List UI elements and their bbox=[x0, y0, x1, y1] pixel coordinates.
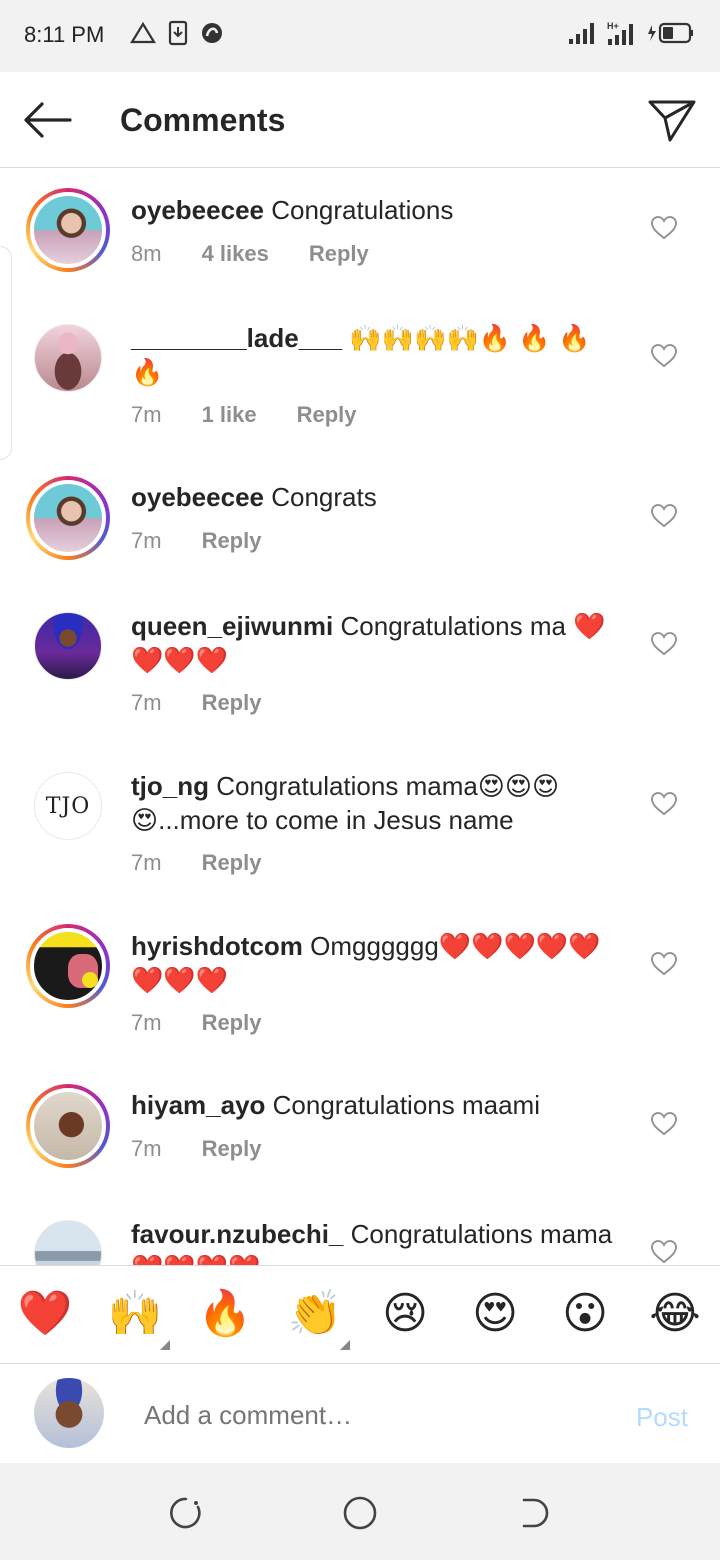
back-icon[interactable] bbox=[514, 1493, 554, 1533]
comment-body: Congratulations bbox=[271, 195, 454, 225]
avatar[interactable] bbox=[26, 924, 110, 1008]
comment-time: 7m bbox=[131, 850, 162, 875]
reply-button[interactable]: Reply bbox=[297, 402, 357, 428]
status-time: 8:11 PM bbox=[24, 22, 105, 47]
skin-tone-indicator bbox=[160, 1340, 170, 1350]
svg-text:H+: H+ bbox=[607, 21, 619, 31]
comment-meta: 8m 4 likes Reply bbox=[131, 241, 369, 267]
tjo-logo: TJO bbox=[45, 793, 91, 819]
comments-list: oyebeecee Congratulations 8m 4 likes Rep… bbox=[0, 169, 720, 1265]
emoji-heart-eyes[interactable]: 😍 bbox=[467, 1288, 523, 1340]
status-icons-right: H+ bbox=[568, 20, 696, 46]
emoji-crying-face[interactable]: 😢 bbox=[377, 1288, 433, 1340]
comment-composer: Post bbox=[0, 1363, 720, 1463]
comment-likes[interactable]: 1 like bbox=[202, 402, 257, 428]
avatar bbox=[34, 1378, 104, 1448]
post-button[interactable]: Post bbox=[636, 1402, 688, 1433]
emoji-quick-bar: ❤️ 🙌 🔥 👏 😢 😍 😮 😂 bbox=[0, 1265, 720, 1363]
comment-body: Congratulations maami bbox=[272, 1090, 540, 1120]
comment-username[interactable]: hyrishdotcom bbox=[131, 931, 303, 961]
comment-username[interactable]: hiyam_ayo bbox=[131, 1090, 265, 1120]
avatar[interactable]: TJO bbox=[26, 764, 110, 848]
avatar[interactable] bbox=[26, 604, 110, 688]
reply-button[interactable]: Reply bbox=[202, 690, 262, 716]
comment-meta: 7m Reply bbox=[131, 1010, 261, 1036]
comment-username[interactable]: tjo_ng bbox=[131, 771, 209, 801]
comment-username[interactable]: oyebeecee bbox=[131, 195, 264, 225]
comment-time: 7m bbox=[131, 402, 162, 427]
comment-text: tjo_ng Congratulations mama😍😍😍😍...more t… bbox=[131, 769, 626, 837]
heart-icon[interactable] bbox=[651, 216, 677, 240]
avatar[interactable] bbox=[26, 1212, 110, 1265]
heart-icon[interactable] bbox=[651, 792, 677, 816]
heart-icon[interactable] bbox=[651, 1240, 677, 1264]
recents-icon[interactable] bbox=[166, 1493, 206, 1533]
status-icons-left bbox=[130, 20, 224, 46]
emoji-heart[interactable]: ❤️ bbox=[17, 1288, 73, 1340]
comment-meta: 7m 1 like Reply bbox=[131, 402, 357, 428]
comment-text: oyebeecee Congratulations bbox=[131, 193, 626, 227]
comment-time: 7m bbox=[131, 528, 162, 553]
emoji-raised-hands[interactable]: 🙌 bbox=[107, 1288, 163, 1340]
heart-icon[interactable] bbox=[651, 952, 677, 976]
comment-text: hyrishdotcom Omgggggg❤️❤️❤️❤️❤️❤️❤️❤️ bbox=[131, 929, 626, 997]
signal-icon bbox=[569, 23, 594, 44]
comment-username[interactable]: ________lade___ bbox=[131, 323, 342, 353]
comment-time: 7m bbox=[131, 1136, 162, 1161]
home-icon[interactable] bbox=[340, 1493, 380, 1533]
page-title: Comments bbox=[120, 102, 286, 138]
heart-icon[interactable] bbox=[651, 1112, 677, 1136]
heart-icon[interactable] bbox=[651, 344, 677, 368]
comment-time: 7m bbox=[131, 690, 162, 715]
heart-icon[interactable] bbox=[651, 632, 677, 656]
emoji-clapping-hands[interactable]: 👏 bbox=[287, 1288, 343, 1340]
reply-button[interactable]: Reply bbox=[202, 1010, 262, 1036]
comment-meta: 7m Reply bbox=[131, 1136, 261, 1162]
avatar[interactable] bbox=[26, 476, 110, 560]
swirl-icon bbox=[202, 23, 222, 43]
comment-input[interactable] bbox=[144, 1400, 584, 1431]
comment-meta: 7m Reply bbox=[131, 690, 261, 716]
emoji-tears-of-joy[interactable]: 😂 bbox=[647, 1288, 703, 1340]
arrow-left-icon[interactable] bbox=[20, 96, 76, 144]
comment-meta: 7m Reply bbox=[131, 850, 261, 876]
reply-button[interactable]: Reply bbox=[202, 850, 262, 876]
comment-username[interactable]: favour.nzubechi_ bbox=[131, 1219, 343, 1249]
emoji-astonished[interactable]: 😮 bbox=[557, 1288, 613, 1340]
comment-text: ________lade___ 🙌🙌🙌🙌🔥 🔥 🔥 🔥 bbox=[131, 321, 626, 389]
comment-text: hiyam_ayo Congratulations maami bbox=[131, 1088, 626, 1122]
signal-h-plus-icon: H+ bbox=[607, 21, 633, 45]
avatar[interactable] bbox=[26, 1084, 110, 1168]
header: Comments bbox=[0, 72, 720, 168]
comment-likes[interactable]: 4 likes bbox=[202, 241, 269, 267]
comment-text: queen_ejiwunmi Congratulations ma ❤️❤️❤️… bbox=[131, 609, 626, 677]
skin-tone-indicator bbox=[340, 1340, 350, 1350]
send-icon[interactable] bbox=[646, 96, 698, 144]
comment-time: 8m bbox=[131, 241, 162, 266]
comment-meta: 7m Reply bbox=[131, 528, 261, 554]
comment-time: 7m bbox=[131, 1010, 162, 1035]
comment-username[interactable]: oyebeecee bbox=[131, 482, 264, 512]
battery-charging-icon bbox=[648, 22, 693, 44]
alert-triangle-icon bbox=[130, 21, 156, 44]
comment-body: Congrats bbox=[271, 482, 377, 512]
download-icon bbox=[168, 20, 188, 46]
status-bar: 8:11 PM H+ bbox=[0, 0, 720, 72]
comment-text: favour.nzubechi_ Congratulations mama ❤️… bbox=[131, 1217, 626, 1265]
comment-text: oyebeecee Congrats bbox=[131, 480, 626, 514]
comment-username[interactable]: queen_ejiwunmi bbox=[131, 611, 333, 641]
reply-button[interactable]: Reply bbox=[202, 1136, 262, 1162]
reply-button[interactable]: Reply bbox=[202, 528, 262, 554]
system-nav-bar bbox=[0, 1463, 720, 1560]
emoji-fire[interactable]: 🔥 bbox=[197, 1288, 253, 1340]
avatar[interactable] bbox=[26, 316, 110, 400]
reply-button[interactable]: Reply bbox=[309, 241, 369, 267]
heart-icon[interactable] bbox=[651, 504, 677, 528]
avatar[interactable] bbox=[26, 188, 110, 272]
